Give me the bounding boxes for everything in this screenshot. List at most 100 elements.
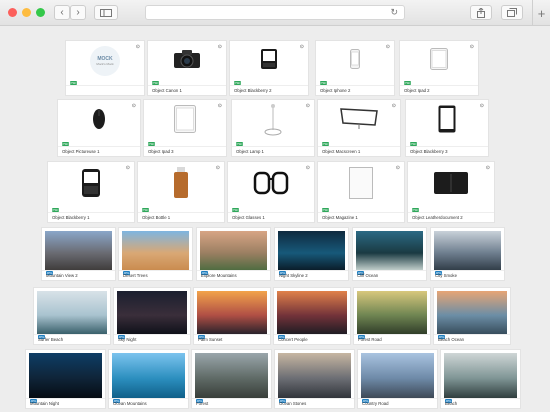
- monitor-icon: [339, 107, 379, 136]
- address-bar[interactable]: ↻: [145, 5, 405, 20]
- mockup-card[interactable]: ⊙ PSD Object Glasses 1: [228, 162, 314, 222]
- card-title: Country Road: [362, 401, 389, 406]
- card-title: Object Blackberry 1: [52, 215, 90, 220]
- mockup-preview: [230, 41, 308, 81]
- card-title: Object Bottle 1: [142, 215, 171, 220]
- card-title: Surfer Beach: [38, 337, 64, 342]
- card-divider: [316, 85, 394, 86]
- photo-card[interactable]: JPG Ocean Stones: [275, 350, 354, 408]
- mockup-card[interactable]: ⊙ PSD Object Ipad 3: [144, 100, 226, 156]
- photo-card[interactable]: JPG Mountain Night: [26, 350, 105, 408]
- photo-card[interactable]: JPG City Smoke: [431, 228, 504, 280]
- wallet-icon: [433, 171, 469, 200]
- iphone-icon: [350, 48, 360, 74]
- browser-window: ‹ › ↻ + MOCK Mock's Mock ⊙ PSD ⊙ PSD Object Ca…: [0, 0, 550, 412]
- card-divider: [408, 212, 494, 213]
- favorite-icon[interactable]: ⊙: [386, 44, 390, 50]
- favorite-icon[interactable]: ⊙: [300, 44, 304, 50]
- favorite-icon[interactable]: ⊙: [396, 165, 400, 171]
- card-title: Forest: [196, 401, 209, 406]
- favorite-icon[interactable]: ⊙: [480, 103, 484, 109]
- card-divider: [228, 212, 314, 213]
- favorite-icon[interactable]: ⊙: [306, 103, 310, 109]
- photo-card[interactable]: JPG Night Skyline 2: [275, 228, 348, 280]
- card-title: Object Lamp 1: [236, 149, 264, 154]
- card-divider: [148, 85, 226, 86]
- photo-card[interactable]: JPG Concert People: [274, 288, 350, 344]
- card-title: Mountain Night: [30, 401, 59, 406]
- photo-card[interactable]: JPG Cliff Ocean: [353, 228, 426, 280]
- photo-thumbnail: [278, 353, 351, 399]
- share-button[interactable]: [470, 5, 492, 20]
- favorite-icon[interactable]: ⊙: [218, 44, 222, 50]
- blackberry-icon: [81, 168, 101, 203]
- photo-card[interactable]: JPG Beach Ocean: [434, 288, 510, 344]
- favorite-icon[interactable]: ⊙: [486, 165, 490, 171]
- card-title: Beach Ocean: [438, 337, 465, 342]
- sidebar-button[interactable]: [94, 5, 118, 20]
- favorite-icon[interactable]: ⊙: [216, 165, 220, 171]
- photo-card[interactable]: JPG Country Road: [358, 350, 437, 408]
- bottle-icon: [173, 166, 189, 204]
- mockup-card[interactable]: ⊙ PSD Object Ipad 2: [400, 41, 478, 95]
- mockup-card[interactable]: ⊙ PSD Object Macscreen 1: [318, 100, 400, 156]
- photo-thumbnail: [437, 291, 507, 335]
- photo-card[interactable]: JPG Ocean Mountains: [109, 350, 188, 408]
- photo-card[interactable]: JPG Sky Night: [114, 288, 190, 344]
- mockup-preview: [144, 100, 226, 142]
- card-divider: [48, 212, 134, 213]
- card-title: Object Canon 1: [152, 88, 182, 93]
- new-tab-button[interactable]: +: [532, 0, 550, 26]
- tabs-overview-button[interactable]: [501, 5, 523, 20]
- mockup-card[interactable]: ⊙ PSD Object Bottle 1: [138, 162, 224, 222]
- card-divider: [318, 146, 400, 147]
- back-button[interactable]: ‹: [54, 5, 70, 20]
- mockup-card[interactable]: ⊙ PSD Object Leatherdocument 2: [408, 162, 494, 222]
- mockup-card[interactable]: ⊙ PSD Object Lamp 1: [232, 100, 314, 156]
- mockup-card[interactable]: ⊙ PSD Object Canon 1: [148, 41, 226, 95]
- minimize-window-button[interactable]: [22, 8, 31, 17]
- favorite-icon[interactable]: ⊙: [126, 165, 130, 171]
- card-divider: [192, 398, 271, 399]
- card-title: Object Ipad 2: [404, 88, 430, 93]
- mockup-card[interactable]: ⊙ PSD Object Blackberry 3: [406, 100, 488, 156]
- mockup-card[interactable]: ⊙ PSD Object Iphone 2: [316, 41, 394, 95]
- mockup-card[interactable]: ⊙ PSD Object Magazine 1: [318, 162, 404, 222]
- photo-card[interactable]: JPG Explore Mountains: [197, 228, 270, 280]
- photo-card[interactable]: JPG Palm Sunset: [194, 288, 270, 344]
- camera-icon: [173, 49, 201, 74]
- mockup-card[interactable]: ⊙ PSD Object Blackberry 1: [48, 162, 134, 222]
- photo-thumbnail: [37, 291, 107, 335]
- card-divider: [144, 146, 226, 147]
- favorite-icon[interactable]: ⊙: [470, 44, 474, 50]
- favorite-icon[interactable]: ⊙: [132, 103, 136, 109]
- photo-card[interactable]: JPG Mountain View 2: [42, 228, 115, 280]
- mockup-card[interactable]: ⊙ PSD Object Pictureuse 1: [58, 100, 140, 156]
- card-title: Object Blackberry 2: [234, 88, 272, 93]
- zoom-window-button[interactable]: [36, 8, 45, 17]
- photo-thumbnail: [434, 231, 501, 271]
- favorite-icon[interactable]: ⊙: [136, 44, 140, 50]
- mockup-card[interactable]: MOCK Mock's Mock ⊙ PSD: [66, 41, 144, 95]
- card-divider: [232, 146, 314, 147]
- favorite-icon[interactable]: ⊙: [306, 165, 310, 171]
- favorite-icon[interactable]: ⊙: [392, 103, 396, 109]
- blackberry-wide-icon: [260, 48, 278, 75]
- card-title: Object Leatherdocument 2: [412, 215, 463, 220]
- photo-card[interactable]: JPG Forest Road: [354, 288, 430, 344]
- close-window-button[interactable]: [8, 8, 17, 17]
- photo-card[interactable]: JPG Desert Trees: [119, 228, 192, 280]
- card-divider: [353, 270, 426, 271]
- photo-card[interactable]: JPG Forest: [192, 350, 271, 408]
- forward-button[interactable]: ›: [70, 5, 86, 20]
- favorite-icon[interactable]: ⊙: [218, 103, 222, 109]
- photo-card[interactable]: JPG Surfer Beach: [34, 288, 110, 344]
- card-divider: [318, 212, 404, 213]
- photo-card[interactable]: JPG Beach: [441, 350, 520, 408]
- mockup-card[interactable]: ⊙ PSD Object Blackberry 2: [230, 41, 308, 95]
- card-title: Ocean Stones: [279, 401, 307, 406]
- sidebar-icon: [100, 8, 112, 17]
- card-divider: [406, 146, 488, 147]
- mouse-icon: [92, 108, 106, 135]
- reload-icon[interactable]: ↻: [390, 7, 398, 18]
